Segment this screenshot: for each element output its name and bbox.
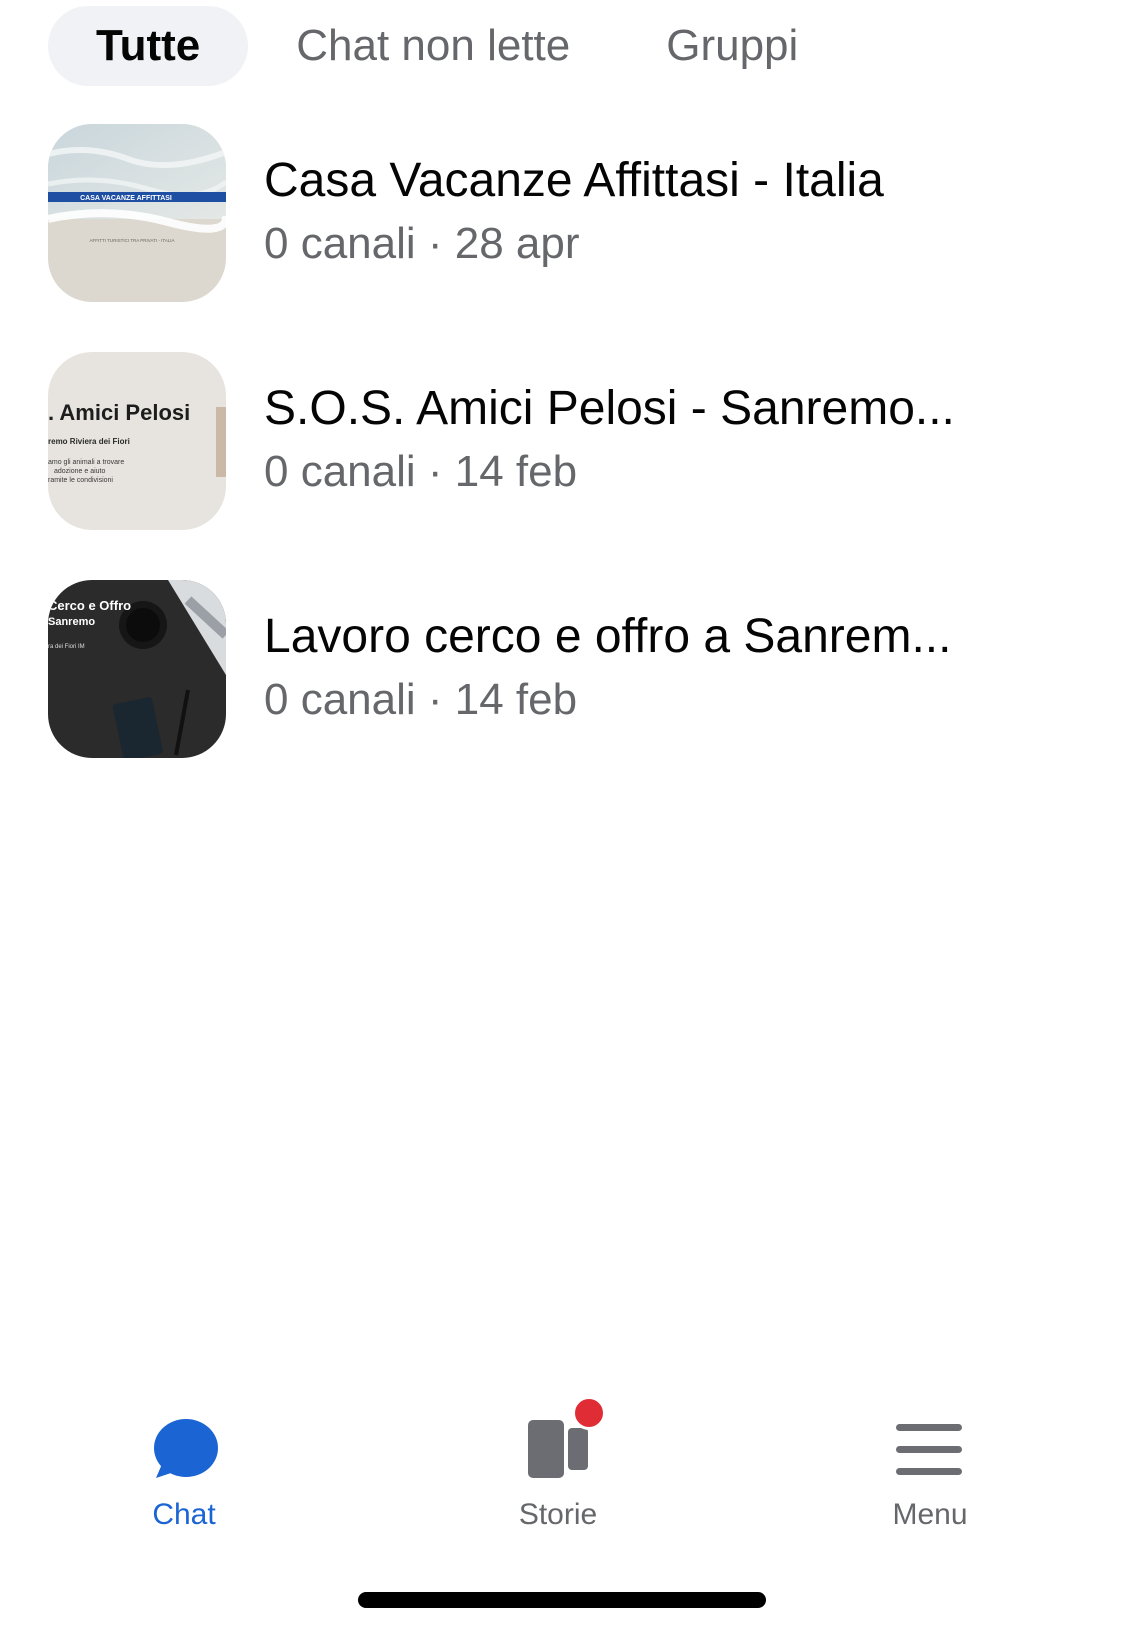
avatar-heading-text: . Amici Pelosi <box>48 400 190 425</box>
tab-all[interactable]: Tutte <box>48 6 249 86</box>
group-avatar-amici-pelosi: . Amici Pelosi remo Riviera dei Fiori am… <box>48 352 226 530</box>
bottom-tab-bar: Chat Storie Menu <box>0 1396 1125 1550</box>
chat-subtitle: 0 canali · 14 feb <box>264 675 578 724</box>
chat-list: CASA VACANZE AFFITTASI AFFITTI TURISTICI… <box>0 124 1125 808</box>
avatar-line-2: amo gli animali a trovare <box>48 459 124 466</box>
nav-stories-label: Storie <box>518 1498 598 1531</box>
chat-list-screen: Tutte Chat non lette Gruppi CASA VACANZE… <box>0 0 1125 1652</box>
avatar-line-3: ra dei Fiori IM <box>48 644 85 650</box>
nav-menu-label: Menu <box>892 1498 968 1531</box>
nav-menu[interactable]: Menu <box>830 1410 1030 1531</box>
chat-subtitle: 0 canali · 28 apr <box>264 219 580 268</box>
chat-title: Lavoro cerco e offro a Sanrem... <box>264 610 952 663</box>
tab-unread[interactable]: Chat non lette <box>296 6 570 86</box>
chat-bubble-icon <box>144 1410 224 1490</box>
chat-row-casa-vacanze[interactable]: CASA VACANZE AFFITTASI AFFITTI TURISTICI… <box>0 124 1125 302</box>
chat-row-amici-pelosi[interactable]: . Amici Pelosi remo Riviera dei Fiori am… <box>0 352 1125 530</box>
nav-stories[interactable]: Storie <box>458 1396 658 1531</box>
group-avatar-casa-vacanze: CASA VACANZE AFFITTASI AFFITTI TURISTICI… <box>48 124 226 302</box>
chat-title: Casa Vacanze Affittasi - Italia <box>264 154 884 207</box>
nav-chat[interactable]: Chat <box>84 1410 284 1531</box>
group-avatar-lavoro: Cerco e Offro Sanremo ra dei Fiori IM <box>48 580 226 758</box>
notification-badge <box>572 1396 606 1430</box>
avatar-line-3: adozione e aiuto <box>54 468 105 475</box>
avatar-line-4: ramite le condivisioni <box>48 477 113 484</box>
chat-subtitle: 0 canali · 14 feb <box>264 447 578 496</box>
avatar-line-1: remo Riviera dei Fiori <box>48 437 130 446</box>
avatar-caption-text: AFFITTI TURISTICI TRA PRIVATI - ITALIA <box>89 238 174 243</box>
avatar-line-1: Cerco e Offro <box>48 598 131 613</box>
filter-tabs: Tutte Chat non lette Gruppi <box>48 6 798 86</box>
tab-groups[interactable]: Gruppi <box>666 6 798 86</box>
hamburger-menu-icon <box>890 1410 970 1490</box>
avatar-line-2: Sanremo <box>48 616 95 628</box>
chat-row-lavoro[interactable]: Cerco e Offro Sanremo ra dei Fiori IM La… <box>0 580 1125 758</box>
avatar-banner-text: CASA VACANZE AFFITTASI <box>80 195 172 202</box>
nav-chat-label: Chat <box>152 1498 216 1531</box>
chat-title: S.O.S. Amici Pelosi - Sanremo... <box>264 382 955 435</box>
home-indicator[interactable] <box>358 1592 766 1608</box>
stories-icon <box>518 1396 606 1490</box>
